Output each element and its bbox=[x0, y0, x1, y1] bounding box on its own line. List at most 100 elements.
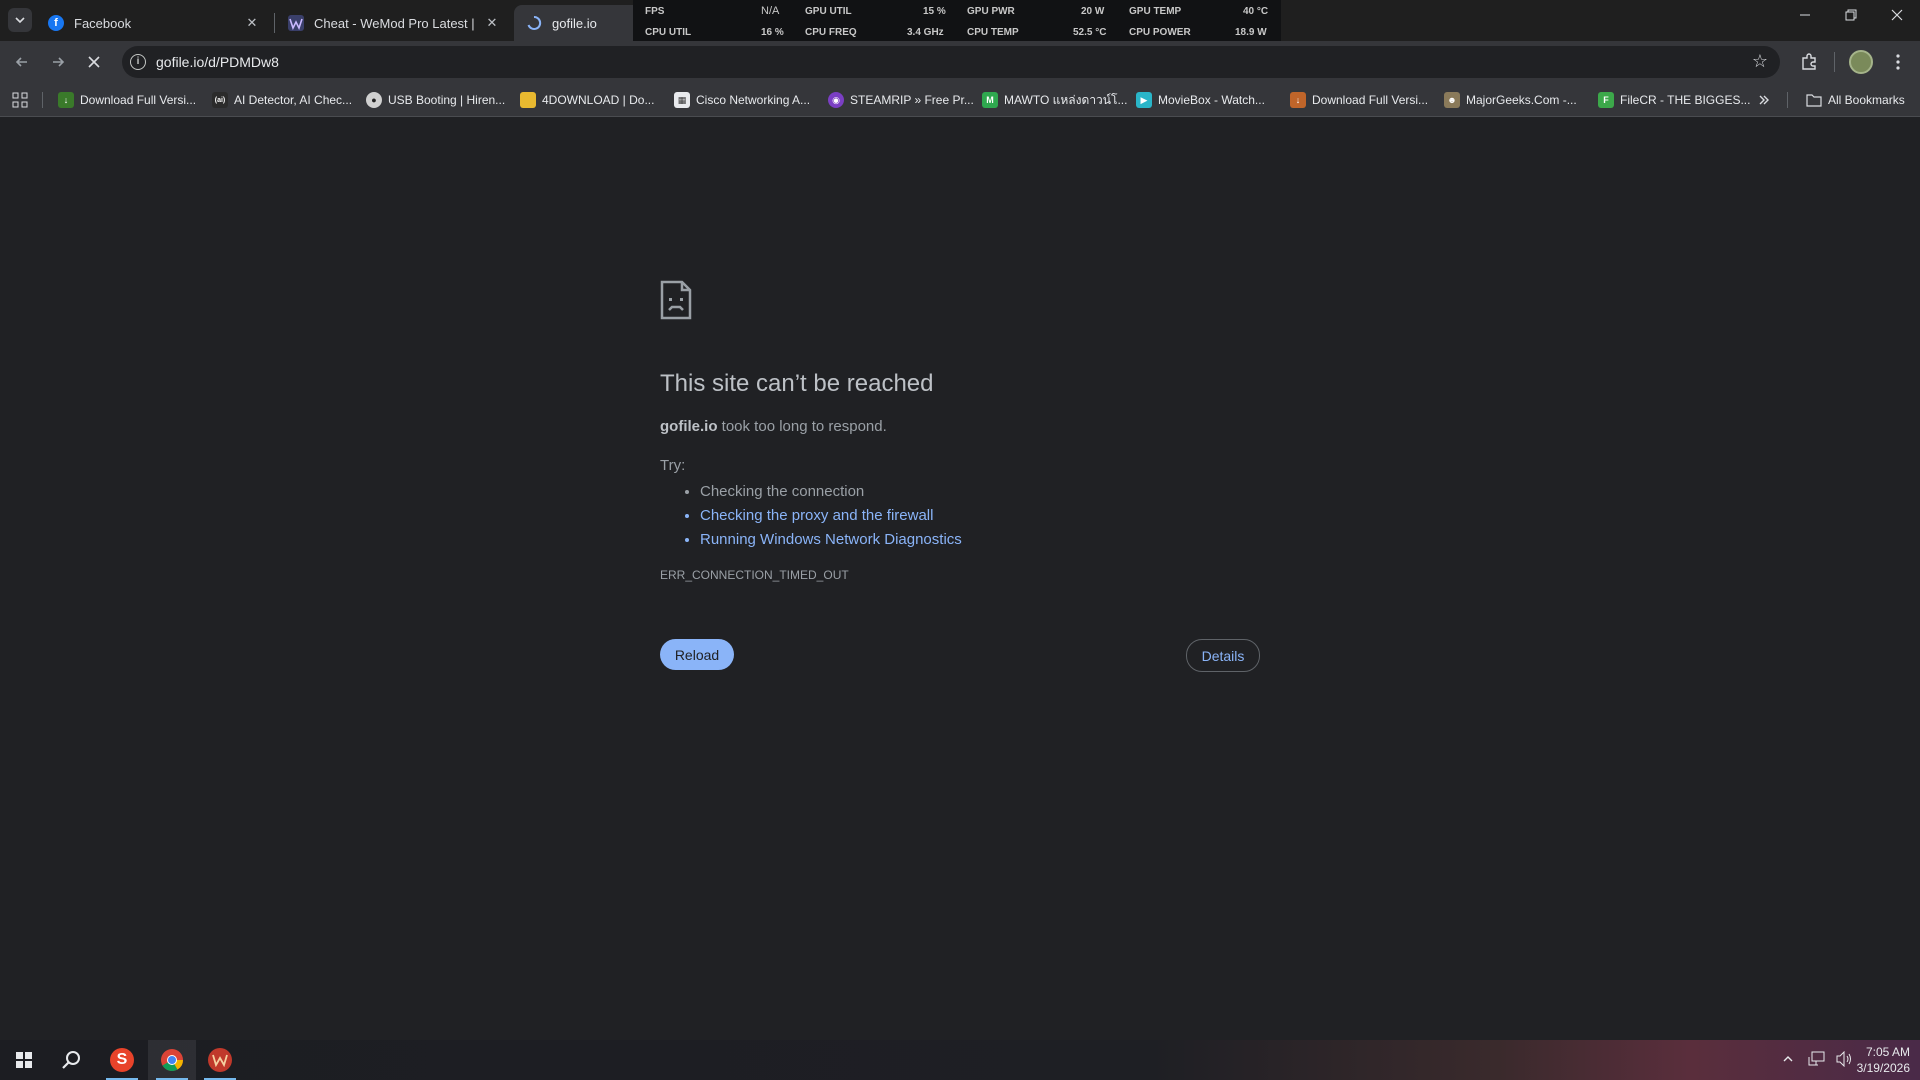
volume-icon[interactable] bbox=[1836, 1050, 1854, 1070]
folder-icon bbox=[1806, 94, 1822, 107]
site-info-icon[interactable]: i bbox=[130, 54, 146, 70]
suggestion-link-diagnostics[interactable]: Running Windows Network Diagnostics bbox=[700, 528, 962, 552]
bookmark-label: FileCR - THE BIGGES... bbox=[1620, 93, 1751, 107]
error-page: This site can’t be reached gofile.io too… bbox=[0, 118, 1920, 1040]
close-icon bbox=[1891, 9, 1903, 21]
taskbar-wemod[interactable] bbox=[196, 1040, 244, 1080]
gpu-util-value: 15 % bbox=[923, 6, 946, 17]
performance-overlay: FPS N/A CPU UTIL 16 % GPU UTIL 15 % CPU … bbox=[633, 0, 1281, 42]
extensions-button[interactable] bbox=[1797, 50, 1821, 74]
bookmark-label: MovieBox - Watch... bbox=[1158, 93, 1265, 107]
network-icon[interactable] bbox=[1808, 1051, 1826, 1070]
bookmark-label: MAWTO แหล่งดาวน์โ... bbox=[1004, 92, 1128, 107]
bookmark-label: Download Full Versi... bbox=[80, 93, 197, 107]
bookmark-item[interactable]: M MAWTO แหล่งดาวน์โ... bbox=[982, 90, 1127, 110]
search-button[interactable] bbox=[48, 1040, 96, 1080]
bookmark-label: STEAMRIP » Free Pr... bbox=[850, 93, 974, 107]
bookmark-item[interactable]: ↓ Download Full Versi... bbox=[1290, 90, 1428, 110]
bookmark-label: MajorGeeks.Com -... bbox=[1466, 93, 1577, 107]
back-button[interactable] bbox=[10, 50, 34, 74]
show-hidden-icons-button[interactable] bbox=[1782, 1053, 1794, 1068]
stop-loading-button[interactable] bbox=[82, 50, 106, 74]
browser-window: f Facebook ✕ Cheat - WeMod Pro Latest | … bbox=[0, 0, 1920, 1080]
details-button[interactable]: Details bbox=[1186, 639, 1260, 672]
download-icon: ↓ bbox=[1290, 92, 1306, 108]
tab-facebook[interactable]: f Facebook ✕ bbox=[36, 5, 272, 41]
gpu-util-label: GPU UTIL bbox=[805, 6, 852, 17]
error-host: gofile.io bbox=[660, 418, 718, 435]
sad-document-icon bbox=[660, 280, 692, 320]
close-icon[interactable]: ✕ bbox=[244, 15, 260, 31]
bookmark-label: USB Booting | Hiren... bbox=[388, 93, 506, 107]
bookmark-item[interactable]: ↓ Download Full Versi... bbox=[58, 90, 196, 110]
bookmark-item[interactable]: ▦ Cisco Networking A... bbox=[674, 90, 810, 110]
system-tray bbox=[1782, 1040, 1854, 1080]
all-bookmarks-label: All Bookmarks bbox=[1828, 93, 1905, 107]
wemod-icon bbox=[288, 15, 304, 31]
gpu-pwr-label: GPU PWR bbox=[967, 6, 1015, 17]
bookmark-star-icon[interactable]: ☆ bbox=[1752, 51, 1768, 72]
all-bookmarks-button[interactable]: All Bookmarks bbox=[1806, 90, 1905, 110]
facebook-icon: f bbox=[48, 15, 64, 31]
arrow-right-icon bbox=[53, 57, 65, 67]
forward-button[interactable] bbox=[46, 50, 70, 74]
start-button[interactable] bbox=[0, 1040, 48, 1080]
chevron-up-icon bbox=[1783, 1055, 1793, 1061]
more-bookmarks-button[interactable] bbox=[1758, 90, 1770, 110]
cpu-freq-value: 3.4 GHz bbox=[907, 27, 944, 38]
close-icon bbox=[88, 56, 100, 68]
minimize-icon bbox=[1800, 14, 1810, 16]
clock-time: 7:05 AM bbox=[1865, 1045, 1910, 1059]
fps-label: FPS bbox=[645, 6, 665, 17]
bookmark-item[interactable]: ▶ MovieBox - Watch... bbox=[1136, 90, 1265, 110]
gpu-pwr-value: 20 W bbox=[1081, 6, 1105, 17]
tab-strip: f Facebook ✕ Cheat - WeMod Pro Latest | … bbox=[0, 0, 1920, 42]
usb-icon: ● bbox=[366, 92, 382, 108]
mawto-icon: M bbox=[982, 92, 998, 108]
taskbar-chrome[interactable] bbox=[148, 1040, 196, 1080]
bookmark-item[interactable]: ◉ STEAMRIP » Free Pr... bbox=[828, 90, 974, 110]
filecr-icon: F bbox=[1598, 92, 1614, 108]
cpu-temp-value: 52.5 °C bbox=[1073, 27, 1107, 38]
taskbar-app-s[interactable]: S bbox=[98, 1040, 146, 1080]
tab-wemod[interactable]: Cheat - WeMod Pro Latest | Pin ✕ bbox=[276, 5, 512, 41]
loading-spinner-icon bbox=[526, 15, 542, 31]
bookmark-label: Download Full Versi... bbox=[1312, 93, 1429, 107]
wemod-icon bbox=[208, 1048, 232, 1072]
menu-button[interactable] bbox=[1886, 50, 1910, 74]
cpu-power-label: CPU POWER bbox=[1129, 27, 1191, 38]
url-text[interactable]: gofile.io/d/PDMDw8 bbox=[156, 54, 279, 70]
reload-button[interactable]: Reload bbox=[660, 639, 734, 670]
restore-icon bbox=[1845, 9, 1857, 21]
chevron-double-right-icon bbox=[1759, 95, 1769, 105]
profile-avatar[interactable] bbox=[1849, 50, 1873, 74]
app-s-icon: S bbox=[110, 1048, 134, 1072]
bookmark-item[interactable]: F FileCR - THE BIGGES... bbox=[1598, 90, 1750, 110]
bookmarks-separator bbox=[42, 92, 43, 108]
download-icon: ↓ bbox=[58, 92, 74, 108]
restore-button[interactable] bbox=[1828, 8, 1874, 24]
minimize-button[interactable] bbox=[1782, 8, 1828, 24]
tab-search-button[interactable] bbox=[8, 8, 32, 32]
bookmark-item[interactable]: (ai) AI Detector, AI Chec... bbox=[212, 90, 352, 110]
bookmark-label: Cisco Networking A... bbox=[696, 93, 811, 107]
address-bar[interactable]: i gofile.io/d/PDMDw8 ☆ bbox=[122, 46, 1780, 78]
bookmark-item[interactable]: ● USB Booting | Hiren... bbox=[366, 90, 505, 110]
ai-detector-icon: (ai) bbox=[212, 92, 228, 108]
steamrip-icon: ◉ bbox=[828, 92, 844, 108]
majorgeeks-icon: ☻ bbox=[1444, 92, 1460, 108]
bookmark-item[interactable]: ☻ MajorGeeks.Com -... bbox=[1444, 90, 1577, 110]
windows-logo-icon bbox=[16, 1052, 32, 1068]
close-window-button[interactable] bbox=[1874, 8, 1920, 24]
apps-button[interactable] bbox=[12, 90, 28, 110]
suggestions-list: Checking the connection Checking the pro… bbox=[680, 480, 962, 552]
bookmark-item[interactable]: 4DOWNLOAD | Do... bbox=[520, 90, 654, 110]
folder-icon bbox=[520, 92, 536, 108]
cpu-util-value: 16 % bbox=[761, 27, 784, 38]
puzzle-icon bbox=[1802, 53, 1816, 70]
close-icon[interactable]: ✕ bbox=[484, 15, 500, 31]
bookmark-label: 4DOWNLOAD | Do... bbox=[542, 93, 655, 107]
taskbar-clock[interactable]: 7:05 AM 3/19/2026 bbox=[1857, 1044, 1910, 1076]
suggestion-link-proxy[interactable]: Checking the proxy and the firewall bbox=[700, 504, 962, 528]
tab-title: Cheat - WeMod Pro Latest | Pin bbox=[314, 15, 478, 31]
